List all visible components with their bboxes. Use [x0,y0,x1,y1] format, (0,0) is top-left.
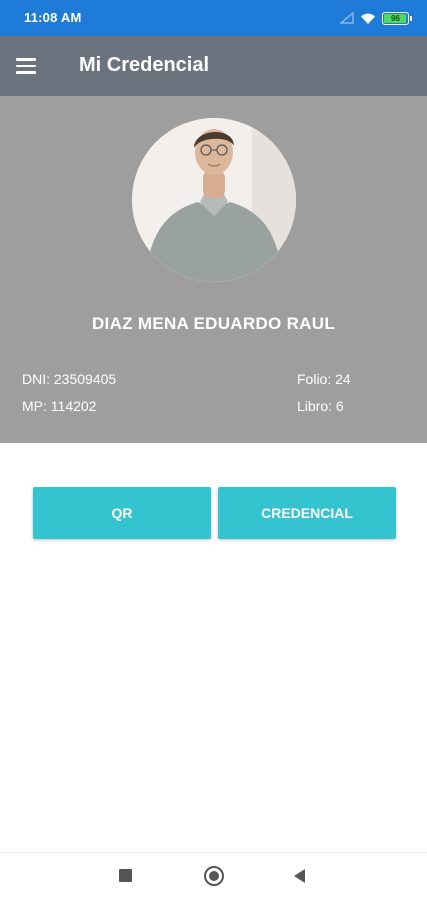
profile-header: DIAZ MENA EDUARDO RAUL DNI: 23509405 MP:… [0,96,427,443]
wifi-icon [361,13,375,24]
battery-nub [410,15,412,21]
battery-icon: 96 [382,11,412,25]
user-name: DIAZ MENA EDUARDO RAUL [91,314,335,333]
recents-icon[interactable] [119,869,132,882]
hamburger-menu-icon[interactable] [16,52,46,80]
app-bar: Mi Credencial [0,36,427,96]
credencial-button[interactable]: CREDENCIAL [218,487,396,539]
status-time: 11:08 AM [24,10,82,25]
mp-label: MP: 114202 [22,398,97,414]
back-icon[interactable] [294,869,305,883]
qr-button[interactable]: QR [33,487,211,539]
signal-icon [340,12,354,24]
page-title: Mi Credencial [79,54,210,76]
action-buttons: QR CREDENCIAL [33,487,396,539]
folio-label: Folio: 24 [297,371,351,387]
dni-label: DNI: 23509405 [22,371,117,387]
libro-label: Libro: 6 [297,398,344,414]
avatar [132,118,296,282]
home-icon[interactable] [204,866,224,886]
status-icons: 96 [340,10,412,26]
system-nav-bar [0,852,427,900]
status-bar: 11:08 AM 96 [0,0,427,36]
avatar-photo [132,118,296,282]
battery-percent: 96 [391,13,400,23]
